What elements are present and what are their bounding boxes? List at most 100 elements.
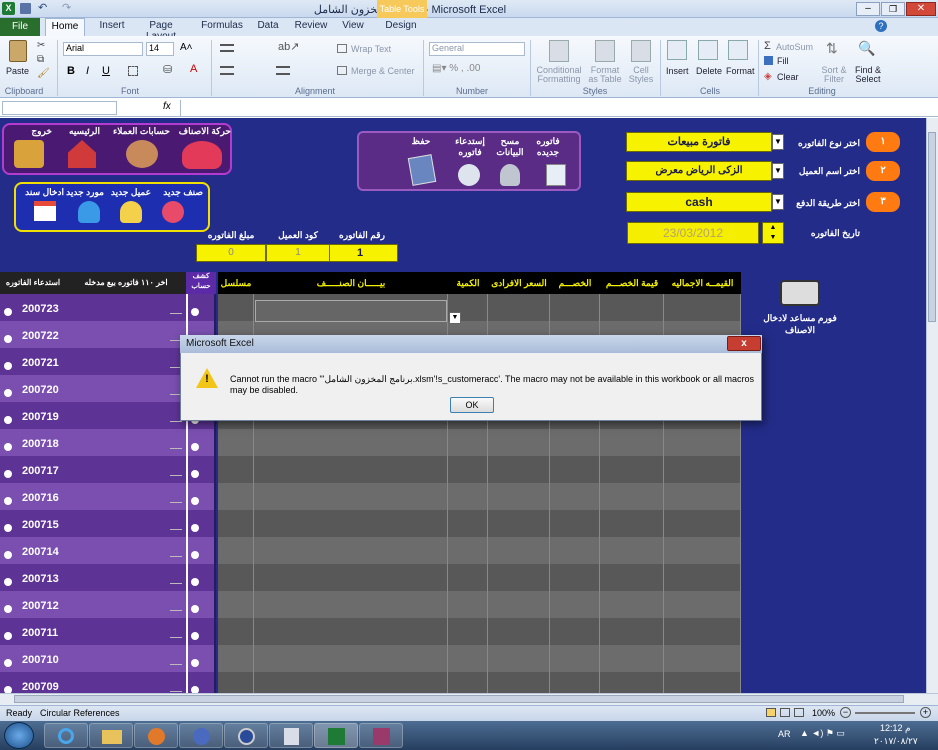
language-indicator[interactable]: AR — [778, 729, 791, 739]
clear-data-icon[interactable] — [500, 164, 520, 186]
recall-radio[interactable] — [4, 632, 12, 640]
item-dropdown-icon[interactable]: ▼ — [449, 312, 461, 324]
format-table-icon[interactable] — [595, 40, 615, 62]
payment-field[interactable]: cash — [626, 192, 772, 212]
taskbar-media[interactable] — [134, 723, 178, 748]
helper-form-label[interactable]: فورم مساعد لادخال الاصناف — [760, 312, 840, 336]
tab-formulas[interactable]: Formulas — [200, 20, 244, 35]
clear-icon[interactable]: ◈ — [764, 71, 772, 82]
tray-icons[interactable]: ▲ ◄) ⚑ ▭ — [800, 728, 845, 739]
undo-icon[interactable]: ↶ — [38, 1, 47, 14]
delete-cells-icon[interactable] — [698, 40, 718, 60]
cell-styles-icon[interactable] — [631, 40, 651, 62]
customers-icon[interactable] — [126, 140, 158, 168]
statement-radio[interactable] — [191, 578, 199, 586]
taskbar-explorer[interactable] — [89, 723, 133, 748]
autosum-icon[interactable]: Σ — [764, 40, 771, 52]
zoom-out-icon[interactable]: − — [840, 707, 851, 718]
date-field[interactable]: 23/03/2012 — [627, 222, 759, 244]
autosum-button[interactable]: AutoSum — [776, 42, 813, 52]
printer-icon[interactable] — [780, 280, 820, 306]
invoice-type-dropdown[interactable]: ▼ — [772, 134, 784, 150]
statement-radio[interactable] — [191, 605, 199, 613]
recall-radio[interactable] — [4, 362, 12, 370]
tab-page-layout[interactable]: Page Layout — [134, 20, 188, 42]
fill-color-icon[interactable]: ⛁ — [163, 63, 172, 76]
paste-button[interactable]: Paste — [6, 66, 29, 76]
format-cells-icon[interactable] — [728, 40, 748, 60]
format-cells-button[interactable]: Format — [726, 66, 755, 76]
font-name-select[interactable]: Arial — [63, 42, 143, 56]
bold-button[interactable]: B — [67, 65, 75, 77]
dialog-close-button[interactable]: x — [727, 336, 761, 351]
dialog-ok-button[interactable]: OK — [450, 397, 494, 413]
align-left-icon[interactable] — [220, 66, 234, 75]
font-size-select[interactable]: 14 — [146, 42, 174, 56]
sort-filter-icon[interactable]: ⇅ — [826, 40, 838, 57]
tab-view[interactable]: View — [340, 20, 366, 35]
payment-dropdown[interactable]: ▼ — [772, 194, 784, 210]
conditional-formatting-icon[interactable] — [549, 40, 569, 62]
find-select-icon[interactable]: 🔍 — [858, 40, 875, 57]
align-top-icon[interactable] — [220, 44, 234, 52]
statement-radio[interactable] — [191, 470, 199, 478]
statement-radio[interactable] — [191, 497, 199, 505]
clear-button[interactable]: Clear — [777, 72, 799, 82]
new-customer-icon[interactable] — [120, 201, 142, 223]
currency-icon[interactable]: ▤▾ % , .00 — [432, 63, 480, 74]
new-item-icon[interactable] — [162, 201, 184, 223]
voucher-icon[interactable] — [34, 201, 56, 221]
insert-cells-button[interactable]: Insert — [666, 66, 689, 76]
name-box[interactable] — [2, 101, 117, 115]
zoom-slider[interactable] — [855, 712, 915, 714]
exit-icon[interactable] — [14, 140, 44, 168]
view-layout-icon[interactable] — [780, 708, 790, 717]
close-window-button[interactable]: ✕ — [906, 2, 936, 16]
copy-icon[interactable]: ⧉ — [37, 54, 44, 65]
number-format-select[interactable]: General — [429, 42, 525, 56]
tab-review[interactable]: Review — [293, 20, 329, 35]
tab-home[interactable]: Home — [45, 18, 85, 36]
recall-radio[interactable] — [4, 578, 12, 586]
hscroll-thumb[interactable] — [14, 695, 904, 703]
recall-radio[interactable] — [4, 659, 12, 667]
font-color-icon[interactable]: A — [190, 63, 197, 75]
invoice-type-field[interactable]: فاتورة مبيعات — [626, 132, 772, 152]
format-painter-icon[interactable]: 🖌 — [37, 68, 50, 79]
merge-center-button[interactable]: Merge & Center — [351, 66, 415, 76]
minimize-button[interactable]: – — [856, 2, 880, 16]
start-button[interactable] — [4, 722, 34, 749]
recall-invoice-icon[interactable] — [458, 164, 480, 186]
fx-button[interactable]: fx — [163, 101, 171, 112]
recall-radio[interactable] — [4, 416, 12, 424]
clock-date[interactable]: ٢٠١٧/٠٨/٢٧ — [874, 736, 918, 747]
indent-icon[interactable] — [276, 66, 290, 75]
redo-icon[interactable]: ↷ — [62, 1, 71, 14]
underline-button[interactable]: U — [102, 65, 110, 77]
item-select-cell[interactable] — [255, 300, 447, 322]
orientation-icon[interactable]: ab↗ — [278, 40, 299, 53]
find-select-button[interactable]: Find & Select — [852, 66, 884, 84]
tab-insert[interactable]: Insert — [92, 20, 132, 35]
save-icon[interactable] — [20, 3, 31, 14]
statement-radio[interactable] — [191, 632, 199, 640]
conditional-formatting-button[interactable]: Conditional Formatting — [533, 66, 585, 84]
format-as-table-button[interactable]: Format as Table — [585, 66, 625, 84]
recall-radio[interactable] — [4, 470, 12, 478]
taskbar-app-5[interactable] — [224, 723, 268, 748]
recall-radio[interactable] — [4, 308, 12, 316]
insert-cells-icon[interactable] — [667, 40, 687, 60]
clock-time[interactable]: 12:12 م — [880, 723, 911, 734]
taskbar-excel[interactable] — [314, 723, 358, 748]
formula-input[interactable] — [180, 100, 924, 116]
merge-icon[interactable] — [337, 66, 347, 75]
italic-button[interactable]: I — [86, 65, 89, 77]
recall-radio[interactable] — [4, 335, 12, 343]
view-pagebreak-icon[interactable] — [794, 708, 804, 717]
recall-radio[interactable] — [4, 389, 12, 397]
cell-styles-button[interactable]: Cell Styles — [624, 66, 658, 84]
new-invoice-icon[interactable] — [546, 164, 566, 186]
grow-font-icon[interactable]: A˄ — [180, 42, 193, 53]
tab-design[interactable]: Design — [383, 20, 419, 35]
wrap-text-button[interactable]: Wrap Text — [351, 44, 391, 54]
